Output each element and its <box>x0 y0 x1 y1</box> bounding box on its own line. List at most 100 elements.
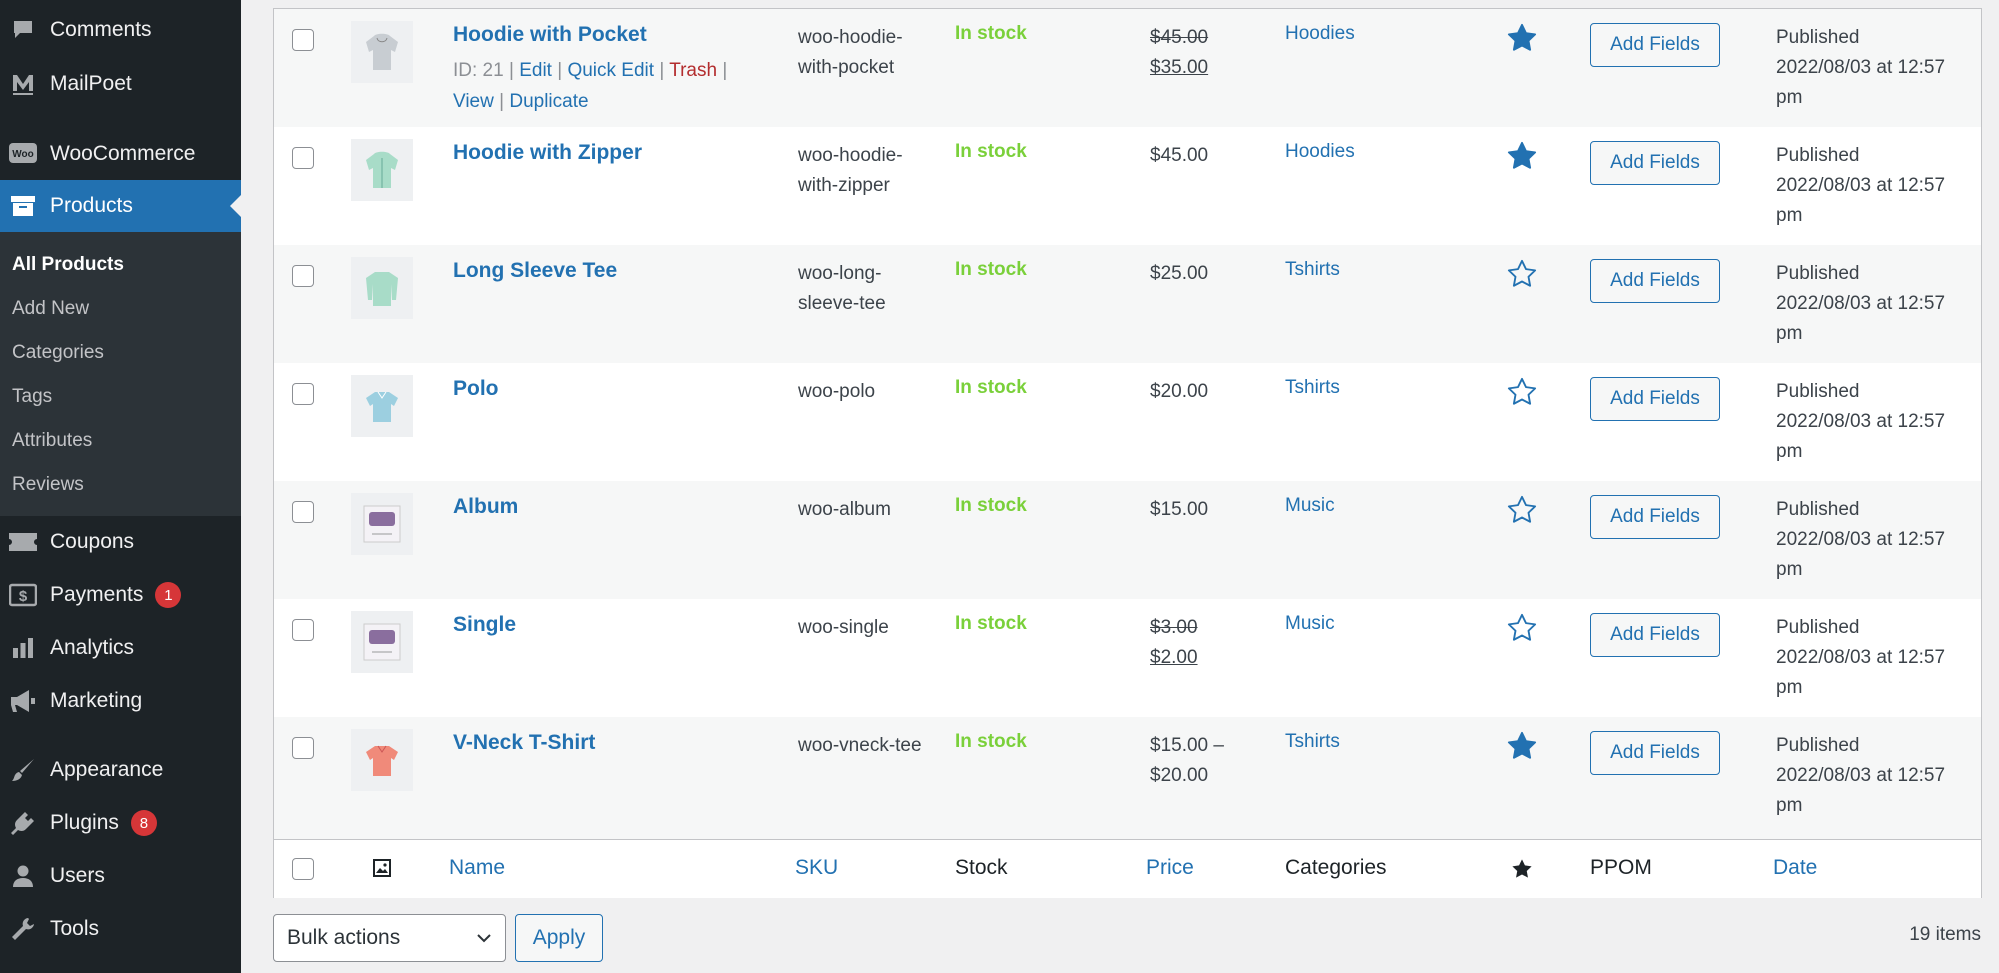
product-thumbnail[interactable] <box>351 493 413 555</box>
add-fields-button[interactable]: Add Fields <box>1590 141 1720 185</box>
table-row: Polo woo-polo In stock $20.00 Tshirts Ad… <box>274 363 1981 481</box>
featured-column-star-icon[interactable] <box>1511 858 1533 880</box>
separator: | <box>557 60 563 81</box>
row-checkbox[interactable] <box>292 29 314 51</box>
category-link[interactable]: Hoodies <box>1285 23 1355 45</box>
submenu-all-products[interactable]: All Products <box>12 254 124 276</box>
wrench-icon <box>8 914 38 944</box>
menu-products[interactable]: Products <box>0 180 241 232</box>
menu-marketing[interactable]: Marketing <box>0 675 241 727</box>
menu-appearance[interactable]: Appearance <box>0 744 241 796</box>
stock-status: In stock <box>955 731 1027 752</box>
menu-mailpoet[interactable]: MailPoet <box>0 58 241 110</box>
product-name-link[interactable]: Polo <box>453 377 499 401</box>
single-cover-icon <box>363 623 401 661</box>
hoodie-icon <box>366 151 398 188</box>
product-name-link[interactable]: Long Sleeve Tee <box>453 259 617 283</box>
submenu-add-new[interactable]: Add New <box>12 298 89 320</box>
add-fields-button[interactable]: Add Fields <box>1590 377 1720 421</box>
separator: | <box>659 60 665 81</box>
featured-star-icon[interactable] <box>1507 495 1537 525</box>
submenu-categories[interactable]: Categories <box>12 342 104 364</box>
separator: | <box>499 91 505 112</box>
menu-comments[interactable]: Comments <box>0 4 241 56</box>
bulk-actions-select[interactable]: Bulk actions <box>273 914 506 962</box>
product-price: $15.00 – $20.00 <box>1150 735 1224 786</box>
product-name-link[interactable]: Hoodie with Pocket <box>453 23 647 47</box>
row-checkbox[interactable] <box>292 265 314 287</box>
tshirt-icon <box>366 745 398 776</box>
row-checkbox[interactable] <box>292 619 314 641</box>
column-sku[interactable]: SKU <box>795 856 838 880</box>
menu-analytics[interactable]: Analytics <box>0 622 241 674</box>
featured-star-icon[interactable] <box>1507 613 1537 643</box>
add-fields-button[interactable]: Add Fields <box>1590 23 1720 67</box>
submenu-reviews[interactable]: Reviews <box>12 474 84 496</box>
submenu-tags[interactable]: Tags <box>12 386 52 408</box>
row-checkbox[interactable] <box>292 501 314 523</box>
featured-star-icon[interactable] <box>1507 731 1537 761</box>
add-fields-button[interactable]: Add Fields <box>1590 613 1720 657</box>
stock-status: In stock <box>955 495 1027 516</box>
category-link[interactable]: Tshirts <box>1285 259 1340 281</box>
row-checkbox[interactable] <box>292 147 314 169</box>
add-fields-button[interactable]: Add Fields <box>1590 731 1720 775</box>
publish-datetime: 2022/08/03 at 12:57 pm <box>1776 57 1946 108</box>
category-link[interactable]: Tshirts <box>1285 731 1340 753</box>
view-link[interactable]: View <box>453 91 494 112</box>
menu-woocommerce[interactable]: Woo WooCommerce <box>0 128 241 180</box>
category-link[interactable]: Hoodies <box>1285 141 1355 163</box>
menu-tools[interactable]: Tools <box>0 903 241 955</box>
featured-star-icon[interactable] <box>1507 259 1537 289</box>
publish-status: Published <box>1776 27 1860 48</box>
featured-star-icon[interactable] <box>1507 377 1537 407</box>
category-link[interactable]: Music <box>1285 495 1335 517</box>
add-fields-button[interactable]: Add Fields <box>1590 495 1720 539</box>
product-sku: woo-album <box>798 499 891 520</box>
featured-star-icon[interactable] <box>1507 23 1537 53</box>
menu-users[interactable]: Users <box>0 850 241 902</box>
column-price[interactable]: Price <box>1146 856 1194 880</box>
publish-date: Published 2022/08/03 at 12:57 pm <box>1776 141 1976 231</box>
apply-button[interactable]: Apply <box>515 914 603 962</box>
product-price: $25.00 <box>1150 263 1209 284</box>
featured-star-icon[interactable] <box>1507 141 1537 171</box>
menu-plugins[interactable]: Plugins 8 <box>0 797 241 849</box>
product-name-link[interactable]: Single <box>453 613 516 637</box>
menu-label: Comments <box>50 18 152 41</box>
regular-price: $3.00 <box>1150 617 1198 638</box>
row-checkbox[interactable] <box>292 383 314 405</box>
duplicate-link[interactable]: Duplicate <box>509 91 588 112</box>
column-name[interactable]: Name <box>449 856 505 880</box>
column-categories: Categories <box>1285 856 1387 879</box>
product-thumbnail[interactable] <box>351 375 413 437</box>
polo-icon <box>366 391 398 422</box>
row-checkbox[interactable] <box>292 737 314 759</box>
edit-link[interactable]: Edit <box>519 60 552 81</box>
select-all-checkbox[interactable] <box>292 858 314 880</box>
column-date[interactable]: Date <box>1773 856 1817 880</box>
submenu-attributes[interactable]: Attributes <box>12 430 92 452</box>
product-name-link[interactable]: V-Neck T-Shirt <box>453 731 595 755</box>
product-thumbnail[interactable] <box>351 729 413 791</box>
product-thumbnail[interactable] <box>351 21 413 83</box>
product-thumbnail[interactable] <box>351 257 413 319</box>
add-fields-button[interactable]: Add Fields <box>1590 259 1720 303</box>
items-count: 19 items <box>1909 924 1981 945</box>
category-link[interactable]: Music <box>1285 613 1335 635</box>
chevron-down-icon <box>477 934 491 943</box>
comment-icon <box>8 15 38 45</box>
category-link[interactable]: Tshirts <box>1285 377 1340 399</box>
product-name-link[interactable]: Album <box>453 495 518 519</box>
trash-link[interactable]: Trash <box>669 60 717 81</box>
menu-payments[interactable]: $ Payments 1 <box>0 569 241 621</box>
publish-status: Published <box>1776 145 1860 166</box>
dollar-icon: $ <box>8 580 38 610</box>
publish-date: Published 2022/08/03 at 12:57 pm <box>1776 613 1976 703</box>
column-ppom: PPOM <box>1590 856 1652 879</box>
product-thumbnail[interactable] <box>351 611 413 673</box>
product-thumbnail[interactable] <box>351 139 413 201</box>
quick-edit-link[interactable]: Quick Edit <box>567 60 654 81</box>
product-name-link[interactable]: Hoodie with Zipper <box>453 141 642 165</box>
menu-coupons[interactable]: Coupons <box>0 516 241 568</box>
